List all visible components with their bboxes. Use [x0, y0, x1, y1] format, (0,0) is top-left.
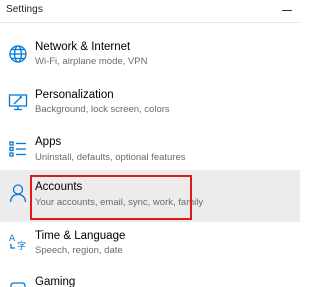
- accounts-highlight-box: [30, 175, 192, 220]
- settings-item-description: Background, lock screen, colors: [35, 104, 170, 115]
- time-language-icon: A 字: [8, 231, 28, 251]
- settings-item-name: Apps: [35, 136, 62, 148]
- window-title: Settings: [6, 4, 43, 15]
- svg-text:A: A: [9, 234, 16, 244]
- settings-item-name: Time & Language: [35, 230, 126, 242]
- settings-item-name: Gaming: [35, 276, 76, 287]
- title-bar: Settings: [0, 0, 300, 23]
- gaming-icon: [8, 278, 28, 287]
- globe-icon: [8, 44, 28, 64]
- person-icon: [8, 183, 28, 203]
- settings-item-name: Network & Internet: [35, 41, 131, 53]
- settings-item-network[interactable]: Network & Internet Wi-Fi, airplane mode,…: [0, 35, 300, 85]
- minimize-button[interactable]: [280, 3, 294, 17]
- settings-item-name: Personalization: [35, 89, 114, 101]
- settings-item-time-language[interactable]: A 字 Time & Language Speech, region, date: [0, 225, 300, 275]
- svg-text:字: 字: [17, 240, 26, 251]
- settings-window: Settings Network & Internet Wi-Fi, airpl…: [0, 0, 300, 287]
- apps-list-icon: [8, 139, 28, 159]
- settings-item-gaming[interactable]: Gaming: [0, 272, 300, 287]
- personalization-icon: [8, 92, 28, 112]
- settings-item-personalization[interactable]: Personalization Background, lock screen,…: [0, 83, 300, 133]
- settings-item-description: Uninstall, defaults, optional features: [35, 152, 186, 163]
- settings-item-description: Wi-Fi, airplane mode, VPN: [35, 56, 148, 67]
- settings-item-description: Speech, region, date: [35, 245, 123, 256]
